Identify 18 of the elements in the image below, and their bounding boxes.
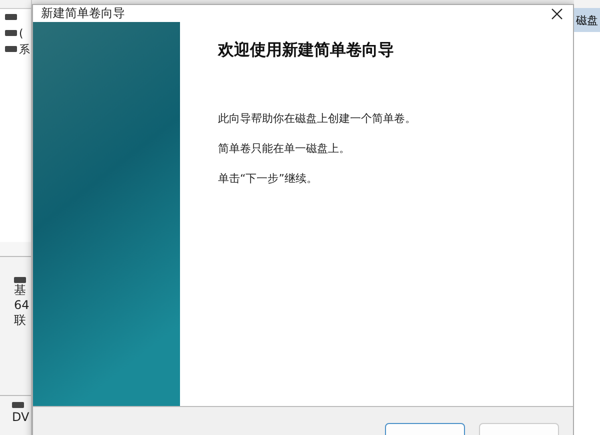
disk-info-text: 基 [14, 283, 27, 298]
wizard-text: 简单卷只能在单一磁盘上。 [218, 141, 351, 156]
drive-icon [5, 14, 17, 20]
wizard-heading: 欢迎使用新建简单卷向导 [218, 40, 395, 61]
volume-label: ( [19, 26, 24, 40]
close-button[interactable] [549, 6, 565, 22]
drive-icon [5, 30, 17, 36]
wizard-text: 此向导帮助你在磁盘上创建一个简单卷。 [218, 111, 417, 126]
window-title: 新建简单卷向导 [41, 5, 125, 22]
disk-info-text: 64 [14, 298, 30, 313]
drive-icon [5, 46, 17, 52]
volume-label: 系 [19, 42, 30, 56]
dvd-label: DV [12, 410, 30, 424]
drive-icon [12, 402, 24, 408]
wizard-text: 单击“下一步”继续。 [218, 171, 318, 186]
column-header: 磁盘 [574, 8, 600, 32]
drive-icon [14, 277, 26, 283]
disk-info-text: 联 [14, 313, 27, 328]
